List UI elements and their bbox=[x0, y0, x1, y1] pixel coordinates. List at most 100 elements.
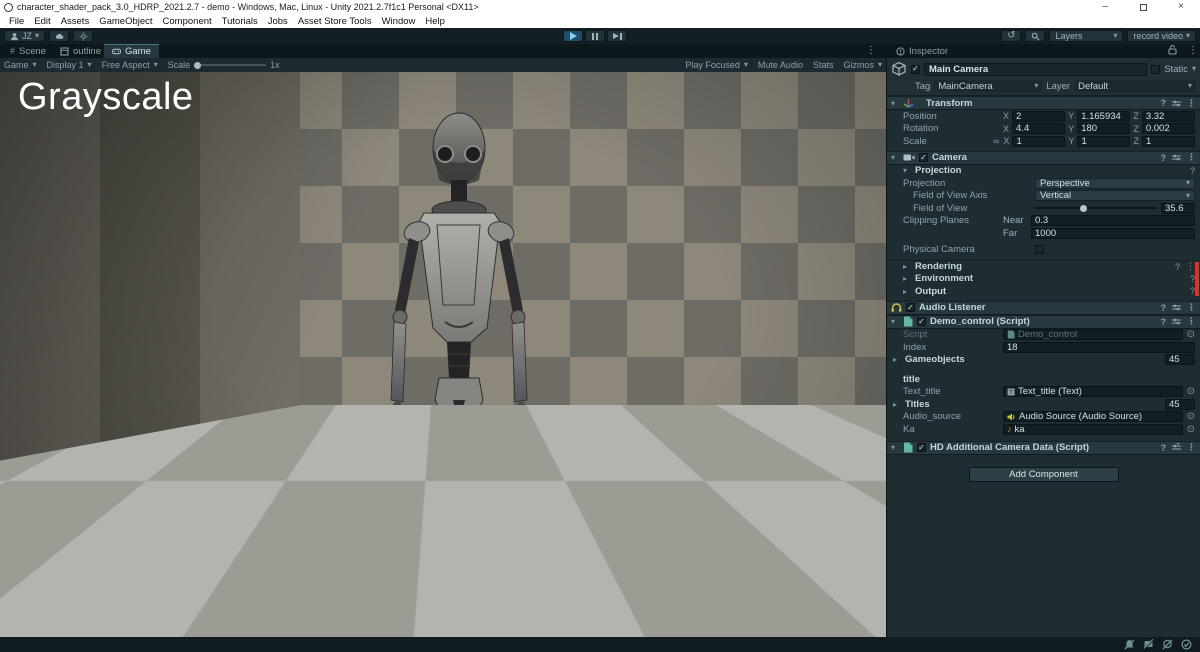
hd-camera-data-header[interactable]: ▾ ✓ HD Additional Camera Data (Script) ?… bbox=[887, 440, 1200, 455]
previous-shader-button[interactable] bbox=[762, 604, 776, 626]
console-error-muted-icon[interactable] bbox=[1124, 639, 1135, 650]
presets-icon[interactable] bbox=[1172, 303, 1181, 312]
search-button[interactable] bbox=[1025, 30, 1046, 42]
scale-x-field[interactable]: 1 bbox=[1012, 135, 1066, 147]
object-picker-icon[interactable]: ⊙ bbox=[1187, 329, 1195, 340]
object-picker-icon[interactable]: ⊙ bbox=[1187, 386, 1195, 397]
menu-window[interactable]: Window bbox=[377, 14, 421, 28]
play-button[interactable] bbox=[563, 30, 583, 42]
ka-object-field[interactable]: ♪ ka bbox=[1003, 423, 1183, 435]
rotation-y-field[interactable]: 180 bbox=[1077, 123, 1131, 135]
titles-count-field[interactable]: 45 bbox=[1165, 398, 1195, 410]
menu-edit[interactable]: Edit bbox=[29, 14, 55, 28]
console-log-muted-icon[interactable] bbox=[1162, 639, 1173, 650]
menu-jobs[interactable]: Jobs bbox=[263, 14, 293, 28]
tab-scene[interactable]: # Scene bbox=[2, 44, 54, 58]
physical-camera-checkbox[interactable] bbox=[1035, 245, 1044, 255]
game-panel-menu-icon[interactable]: ⋮ bbox=[866, 45, 876, 56]
active-checkbox[interactable]: ✓ bbox=[911, 64, 920, 74]
audio-source-object-field[interactable]: Audio Source (Audio Source) bbox=[1003, 411, 1183, 423]
position-y-field[interactable]: 1.165934 bbox=[1077, 110, 1131, 122]
audio-listener-header[interactable]: ✓ Audio Listener ? ⋮ bbox=[887, 300, 1200, 315]
rotation-x-field[interactable]: 4.4 bbox=[1012, 123, 1066, 135]
pause-button[interactable] bbox=[585, 30, 605, 42]
demo-control-header[interactable]: ▾ ✓ Demo_control (Script) ? ⋮ bbox=[887, 314, 1200, 329]
tab-outline[interactable]: outline bbox=[52, 44, 109, 58]
camera-enabled-checkbox[interactable]: ✓ bbox=[919, 153, 928, 162]
position-z-field[interactable]: 3.32 bbox=[1141, 110, 1195, 122]
mute-audio-toggle[interactable]: Mute Audio bbox=[758, 60, 803, 70]
titles-foldout[interactable]: ▸ Titles 45 bbox=[887, 398, 1200, 411]
gameobjects-count-field[interactable]: 45 bbox=[1165, 354, 1195, 366]
display-dropdown[interactable]: Display 1 ▾ bbox=[47, 60, 92, 70]
index-field[interactable]: 18 bbox=[1003, 341, 1195, 353]
settings-button[interactable] bbox=[73, 30, 94, 42]
inspector-panel-menu-icon[interactable]: ⋮ bbox=[1188, 45, 1198, 56]
menu-help[interactable]: Help bbox=[420, 14, 450, 28]
gameobjects-foldout[interactable]: ▸ Gameobjects 45 bbox=[887, 354, 1200, 367]
console-warning-muted-icon[interactable] bbox=[1143, 639, 1154, 650]
position-x-field[interactable]: 2 bbox=[1012, 110, 1066, 122]
menu-asset-store-tools[interactable]: Asset Store Tools bbox=[293, 14, 377, 28]
eye-open-button[interactable] bbox=[6, 568, 38, 598]
rotation-z-field[interactable]: 0.002 bbox=[1141, 123, 1195, 135]
menu-gameobject[interactable]: GameObject bbox=[94, 14, 157, 28]
tab-game[interactable]: Game bbox=[104, 44, 159, 58]
aspect-dropdown[interactable]: Free Aspect ▾ bbox=[102, 60, 158, 70]
presets-icon[interactable] bbox=[1172, 99, 1181, 108]
output-foldout[interactable]: ▸ Output ? bbox=[887, 285, 1200, 298]
fov-slider[interactable] bbox=[1035, 204, 1157, 212]
stats-toggle[interactable]: Stats bbox=[813, 60, 834, 70]
layout-dropdown[interactable]: record video ▾ bbox=[1127, 30, 1196, 42]
game-view-dropdown[interactable]: Game ▾ bbox=[4, 60, 37, 70]
next-shader-button[interactable] bbox=[784, 604, 798, 626]
tag-dropdown[interactable]: MainCamera ▾ bbox=[934, 80, 1043, 92]
menu-tutorials[interactable]: Tutorials bbox=[217, 14, 263, 28]
menu-file[interactable]: File bbox=[4, 14, 29, 28]
close-button[interactable]: × bbox=[1162, 0, 1200, 14]
restore-button[interactable] bbox=[1124, 0, 1162, 14]
eye-closed-button[interactable] bbox=[4, 604, 40, 630]
inspector-lock-icon[interactable] bbox=[1168, 45, 1177, 55]
scale-z-field[interactable]: 1 bbox=[1141, 135, 1195, 147]
add-component-button[interactable]: Add Component bbox=[968, 466, 1119, 482]
help-icon[interactable]: ? bbox=[1161, 98, 1167, 108]
fov-axis-dropdown[interactable]: Vertical ▾ bbox=[1035, 190, 1195, 202]
scale-slider[interactable] bbox=[194, 61, 267, 69]
presets-icon[interactable] bbox=[1172, 317, 1181, 326]
text-title-object-field[interactable]: T Text_title (Text) bbox=[1003, 386, 1183, 398]
environment-foldout[interactable]: ▸ Environment ? bbox=[887, 273, 1200, 286]
gizmos-dropdown[interactable]: Gizmos ▾ bbox=[843, 60, 882, 70]
undo-history-button[interactable]: ↺ bbox=[1001, 30, 1022, 42]
object-picker-icon[interactable]: ⊙ bbox=[1187, 424, 1195, 435]
menu-assets[interactable]: Assets bbox=[56, 14, 95, 28]
menu-component[interactable]: Component bbox=[158, 14, 217, 28]
step-button[interactable] bbox=[607, 30, 627, 42]
hd-camera-data-checkbox[interactable]: ✓ bbox=[917, 443, 926, 452]
gameobject-name-field[interactable]: Main Camera bbox=[924, 62, 1148, 76]
link-scale-icon[interactable]: ∞ bbox=[993, 136, 999, 146]
camera-component-header[interactable]: ▾ ✓ Camera ? ⋮ bbox=[887, 150, 1200, 165]
static-checkbox[interactable] bbox=[1151, 64, 1161, 74]
minimize-button[interactable]: – bbox=[1086, 0, 1124, 14]
layer-dropdown[interactable]: Default ▾ bbox=[1074, 80, 1196, 92]
layers-dropdown[interactable]: Layers ▾ bbox=[1049, 30, 1124, 42]
fov-value-field[interactable]: 35.6 bbox=[1161, 202, 1195, 214]
clip-far-field[interactable]: 1000 bbox=[1031, 227, 1195, 239]
demo-control-checkbox[interactable]: ✓ bbox=[917, 317, 926, 326]
rendering-foldout[interactable]: ▸ Rendering ? ⋮ bbox=[887, 260, 1200, 273]
transform-component-header[interactable]: ▾ Transform ? ⋮ bbox=[887, 96, 1200, 110]
foldout-icon[interactable]: ▾ bbox=[891, 99, 899, 108]
cloud-services-button[interactable] bbox=[49, 30, 70, 42]
presets-icon[interactable] bbox=[1172, 443, 1181, 452]
status-ok-icon[interactable] bbox=[1181, 639, 1192, 650]
fov-slider-knob[interactable] bbox=[1080, 204, 1088, 212]
audio-listener-checkbox[interactable]: ✓ bbox=[906, 303, 915, 312]
presets-icon[interactable] bbox=[1172, 153, 1181, 162]
static-dropdown-icon[interactable]: ▾ bbox=[1192, 65, 1196, 73]
projection-dropdown[interactable]: Perspective ▾ bbox=[1035, 177, 1195, 189]
play-focused-dropdown[interactable]: Play Focused ▾ bbox=[685, 60, 748, 70]
more-icon[interactable]: ⋮ bbox=[1187, 98, 1196, 109]
clip-near-field[interactable]: 0.3 bbox=[1031, 215, 1195, 227]
tab-inspector[interactable]: Inspector bbox=[888, 44, 956, 58]
